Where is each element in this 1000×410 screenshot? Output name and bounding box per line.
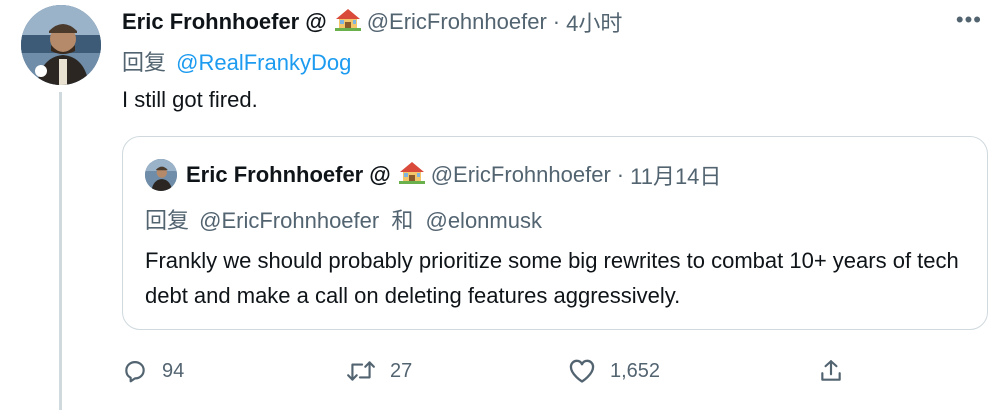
quote-author-handle: @EricFrohnhoefer xyxy=(430,162,611,187)
reply-mention[interactable]: @RealFrankyDog xyxy=(176,50,351,75)
house-icon xyxy=(398,160,425,190)
quote-at-sign: @ xyxy=(369,162,391,187)
share-button[interactable] xyxy=(818,351,844,391)
reply-context: 回复 @RealFrankyDog xyxy=(122,45,351,77)
thread-line xyxy=(59,92,62,410)
quote-reply-mention-1: @EricFrohnhoefer xyxy=(199,208,380,233)
author-at-sign: @ xyxy=(305,9,327,34)
quote-avatar-image xyxy=(145,159,177,191)
quote-header: Eric Frohnhoefer @ @EricFrohnhoefer · 11… xyxy=(186,159,721,191)
avatar-image xyxy=(21,5,101,85)
quote-author-name: Eric Frohnhoefer xyxy=(186,162,364,187)
heart-icon xyxy=(568,358,596,384)
avatar[interactable] xyxy=(21,5,101,85)
retweet-count: 27 xyxy=(390,359,413,382)
author-name[interactable]: Eric Frohnhoefer xyxy=(122,9,299,35)
quote-date: 11月14日 xyxy=(630,164,722,189)
action-bar: 94 27 1,652 xyxy=(122,351,862,391)
share-icon xyxy=(818,358,844,384)
like-button[interactable]: 1,652 xyxy=(568,351,660,391)
reply-prefix: 回复 xyxy=(122,50,167,75)
like-count: 1,652 xyxy=(610,359,661,382)
house-icon xyxy=(334,7,361,37)
quote-text: Frankly we should probably prioritize so… xyxy=(145,248,959,308)
quote-tweet[interactable]: Eric Frohnhoefer @ @EricFrohnhoefer · 11… xyxy=(122,136,988,330)
author-handle[interactable]: @EricFrohnhoefer xyxy=(367,9,547,35)
header-separator: · xyxy=(552,9,561,34)
tweet-text: I still got fired. xyxy=(122,87,258,112)
tweet-time[interactable]: 4小时 xyxy=(566,6,622,38)
quote-avatar xyxy=(145,159,177,191)
quote-reply-conjunction: 和 xyxy=(391,208,414,233)
quote-separator: · xyxy=(616,162,625,187)
reply-icon xyxy=(122,358,148,384)
tweet-header: Eric Frohnhoefer @ @EricFrohnhoefer · 4小… xyxy=(122,6,980,38)
retweet-icon xyxy=(346,358,376,384)
quote-reply-mention-2: @elonmusk xyxy=(425,208,542,233)
quote-reply-prefix: 回复 xyxy=(145,208,190,233)
reply-button[interactable]: 94 xyxy=(122,351,184,391)
more-icon[interactable]: ••• xyxy=(956,6,982,34)
quote-reply-context: 回复 @EricFrohnhoefer 和 @elonmusk xyxy=(145,203,542,235)
reply-count: 94 xyxy=(162,359,185,382)
retweet-button[interactable]: 27 xyxy=(346,351,412,391)
